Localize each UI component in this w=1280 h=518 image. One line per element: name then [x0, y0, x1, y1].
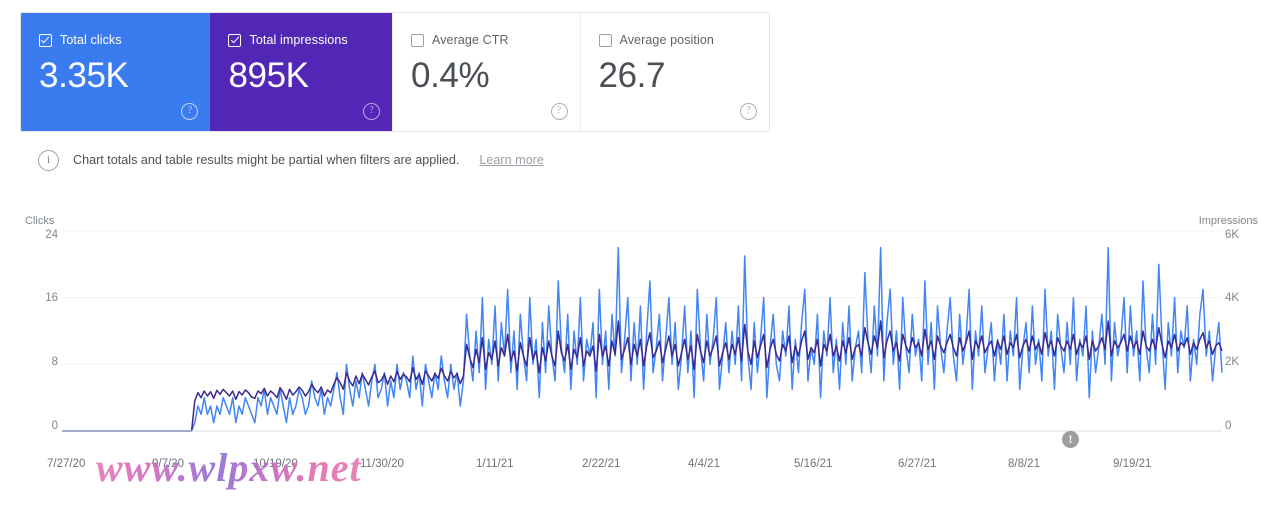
banner-message: Chart totals and table results might be … — [73, 153, 460, 167]
average-position-label: Average position — [619, 33, 714, 47]
total-clicks-checkbox[interactable] — [39, 33, 52, 47]
metric-card-header: Total clicks — [39, 31, 194, 49]
metric-card-header: Average CTR — [411, 31, 564, 49]
series-line-clicks — [62, 246, 1223, 432]
average-ctr-label: Average CTR — [432, 33, 509, 47]
metric-card-average-position[interactable]: Average position 26.7 ? — [579, 13, 769, 131]
metric-card-average-ctr[interactable]: Average CTR 0.4% ? — [392, 13, 580, 131]
learn-more-link[interactable]: Learn more — [479, 153, 543, 167]
alert-icon[interactable]: ! — [1062, 431, 1079, 448]
metric-card-header: Average position — [598, 31, 754, 49]
total-impressions-value: 895K — [228, 56, 309, 95]
metric-card-total-clicks[interactable]: Total clicks 3.35K ? — [21, 13, 211, 131]
average-ctr-value: 0.4% — [411, 56, 490, 95]
info-icon: i — [38, 149, 59, 171]
chart-plot-area — [62, 230, 1223, 432]
total-impressions-checkbox[interactable] — [228, 33, 242, 47]
help-icon[interactable]: ? — [740, 103, 757, 120]
help-icon[interactable]: ? — [363, 103, 380, 120]
average-ctr-checkbox[interactable] — [411, 33, 424, 47]
chart-series-layer — [62, 246, 1223, 432]
average-position-checkbox[interactable] — [598, 33, 612, 47]
metric-card-total-impressions[interactable]: Total impressions 895K ? — [210, 13, 392, 131]
search-performance-panel: Total clicks 3.35K ? Total impressions 8… — [0, 0, 1280, 518]
total-impressions-label: Total impressions — [249, 33, 348, 47]
total-clicks-label: Total clicks — [60, 33, 122, 47]
metric-card-header: Total impressions — [228, 31, 376, 49]
filter-info-banner: i Chart totals and table results might b… — [20, 140, 1260, 180]
average-position-value: 26.7 — [598, 56, 666, 95]
performance-chart[interactable]: Clicks Impressions 24 16 8 0 6K 4K 2K 0 … — [0, 196, 1280, 496]
help-icon[interactable]: ? — [181, 103, 199, 120]
total-clicks-value: 3.35K — [39, 56, 129, 95]
help-icon[interactable]: ? — [550, 103, 568, 120]
metric-cards-row: Total clicks 3.35K ? Total impressions 8… — [20, 12, 770, 132]
